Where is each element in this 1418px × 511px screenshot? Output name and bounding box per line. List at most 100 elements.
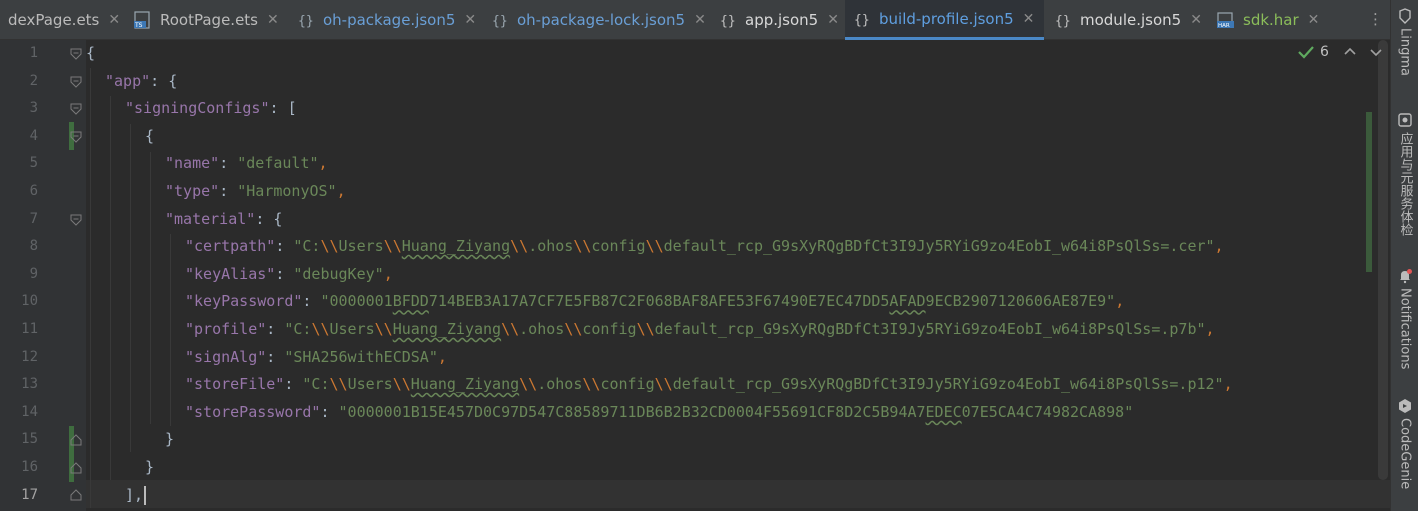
fold-toggle-icon[interactable] [70,48,82,60]
indent-guide [130,124,131,452]
svg-text:TS: TS [134,22,143,29]
tab-label: sdk.har [1243,11,1299,29]
line-number: 10 [21,293,38,310]
code-editor[interactable]: { "app": { "signingConfigs": [ { "name":… [86,40,1390,511]
tab-oh-package-json5[interactable]: {} oh-package.json5 ✕ [297,0,476,40]
line-number: 8 [29,238,38,255]
tab-label: app.json5 [745,11,819,29]
line-number: 13 [21,376,38,393]
line-number: 5 [29,155,38,172]
line-number: 3 [29,100,38,117]
scrollbar-change-marker [1366,112,1372,272]
chevron-up-icon[interactable] [1343,46,1357,58]
svg-text:{}: {} [298,14,314,29]
indent-guide [90,68,91,508]
close-icon[interactable]: ✕ [694,12,706,28]
code-line-current: ], [125,482,147,510]
lingma-icon [1399,8,1411,24]
code-line: "certpath": "C:\\Users\\Huang_Ziyang\\.o… [185,237,1224,256]
fold-end-icon[interactable] [70,489,82,501]
close-icon[interactable]: ✕ [1023,11,1035,27]
code-line: "name": "default", [165,154,328,173]
tool-lingma[interactable]: Lingma [1391,8,1418,76]
tab-label: build-profile.json5 [879,9,1014,28]
code-line: "keyPassword": "0000001BFDD714BEB3A17A7C… [185,292,1125,311]
chevron-down-icon[interactable] [1369,46,1383,58]
code-line: "signAlg": "SHA256withECDSA", [185,347,447,366]
tab-build-profile-json5[interactable]: {} build-profile.json5 ✕ [845,0,1045,40]
tab-rootpage-ets[interactable]: TS RootPage.ets ✕ [134,0,279,40]
text-caret [144,485,147,505]
line-number: 14 [21,403,38,420]
code-line: { [86,44,96,62]
close-icon[interactable]: ✕ [464,12,476,28]
line-number: 15 [21,431,38,448]
code-line: "signingConfigs": [ [125,99,297,118]
tool-codegenie[interactable]: CodeGenie [1391,398,1418,489]
tab-app-json5[interactable]: {} app.json5 ✕ [719,0,839,40]
close-icon[interactable]: ✕ [267,12,279,28]
editor-gutter: 1 2 3 4 5 6 7 8 9 10 11 12 13 14 15 16 1… [0,40,108,511]
code-line: "material": { [165,209,283,228]
line-number: 6 [29,183,38,199]
tab-label: oh-package.json5 [323,11,456,29]
codegenie-icon [1399,399,1411,413]
vertical-scrollbar[interactable] [1378,40,1388,480]
indent-guide [150,152,151,424]
tab-label: oh-package-lock.json5 [517,11,686,29]
close-icon[interactable]: ✕ [1308,12,1320,28]
right-tool-window-strip: Lingma 应用与元服务体检 Notifications CodeGenie [1390,0,1418,511]
indent-guide [110,96,111,480]
close-icon[interactable]: ✕ [1190,12,1202,28]
close-icon[interactable]: ✕ [108,12,120,28]
svg-text:{}: {} [854,13,870,28]
tab-module-json5[interactable]: {} module.json5 ✕ [1054,0,1202,40]
line-number: 9 [29,265,38,282]
har-file-icon: HAR [1217,11,1235,29]
tab-sdk-har[interactable]: HAR sdk.har ✕ [1217,0,1319,40]
bell-icon [1400,269,1412,284]
health-check-icon [1398,113,1412,127]
svg-text:{}: {} [492,14,508,29]
fold-end-icon[interactable] [70,462,82,474]
line-number: 2 [29,72,38,89]
svg-text:HAR: HAR [1218,23,1230,29]
tab-label: dexPage.ets [8,11,100,29]
fold-toggle-icon[interactable] [70,103,82,115]
inspection-widget[interactable]: 6 [1298,44,1383,60]
tool-notifications[interactable]: Notifications [1391,268,1418,369]
json5-file-icon: {} [297,11,315,29]
svg-text:{}: {} [720,14,736,29]
line-number: 16 [21,459,38,475]
code-line: { [145,126,155,145]
code-line: } [165,430,175,449]
code-line: "storePassword": "0000001B15E457D0C97D54… [185,402,1134,421]
svg-text:{}: {} [1055,14,1071,29]
close-icon[interactable]: ✕ [827,12,839,28]
code-line: } [145,458,155,476]
code-line: "type": "HarmonyOS", [165,182,346,200]
json5-file-icon: {} [853,10,871,28]
fold-end-icon[interactable] [70,434,82,446]
current-line-highlight [86,480,1390,508]
line-number: 12 [21,348,38,365]
line-number: 1 [29,45,38,61]
code-line: "profile": "C:\\Users\\Huang_Ziyang\\.oh… [185,320,1215,338]
tab-oh-package-lock-json5[interactable]: {} oh-package-lock.json5 ✕ [491,0,706,40]
code-line: "storeFile": "C:\\Users\\Huang_Ziyang\\.… [185,375,1233,394]
fold-toggle-icon[interactable] [70,76,82,88]
tool-app-health-check[interactable]: 应用与元服务体检 [1391,112,1418,236]
json5-file-icon: {} [719,11,737,29]
tab-label: module.json5 [1080,11,1182,29]
inspection-count: 6 [1320,44,1329,60]
check-icon [1298,46,1314,59]
code-line: "keyAlias": "debugKey", [185,264,393,283]
indent-guide [170,234,171,426]
more-tabs-icon[interactable]: ⋮ [1368,10,1383,28]
tab-label: RootPage.ets [160,11,258,29]
line-number: 4 [29,127,38,144]
fold-toggle-icon[interactable] [70,131,82,143]
fold-toggle-icon[interactable] [70,214,82,226]
tab-dexpage-ets[interactable]: dexPage.ets ✕ [8,0,120,40]
ets-file-icon: TS [134,11,152,29]
